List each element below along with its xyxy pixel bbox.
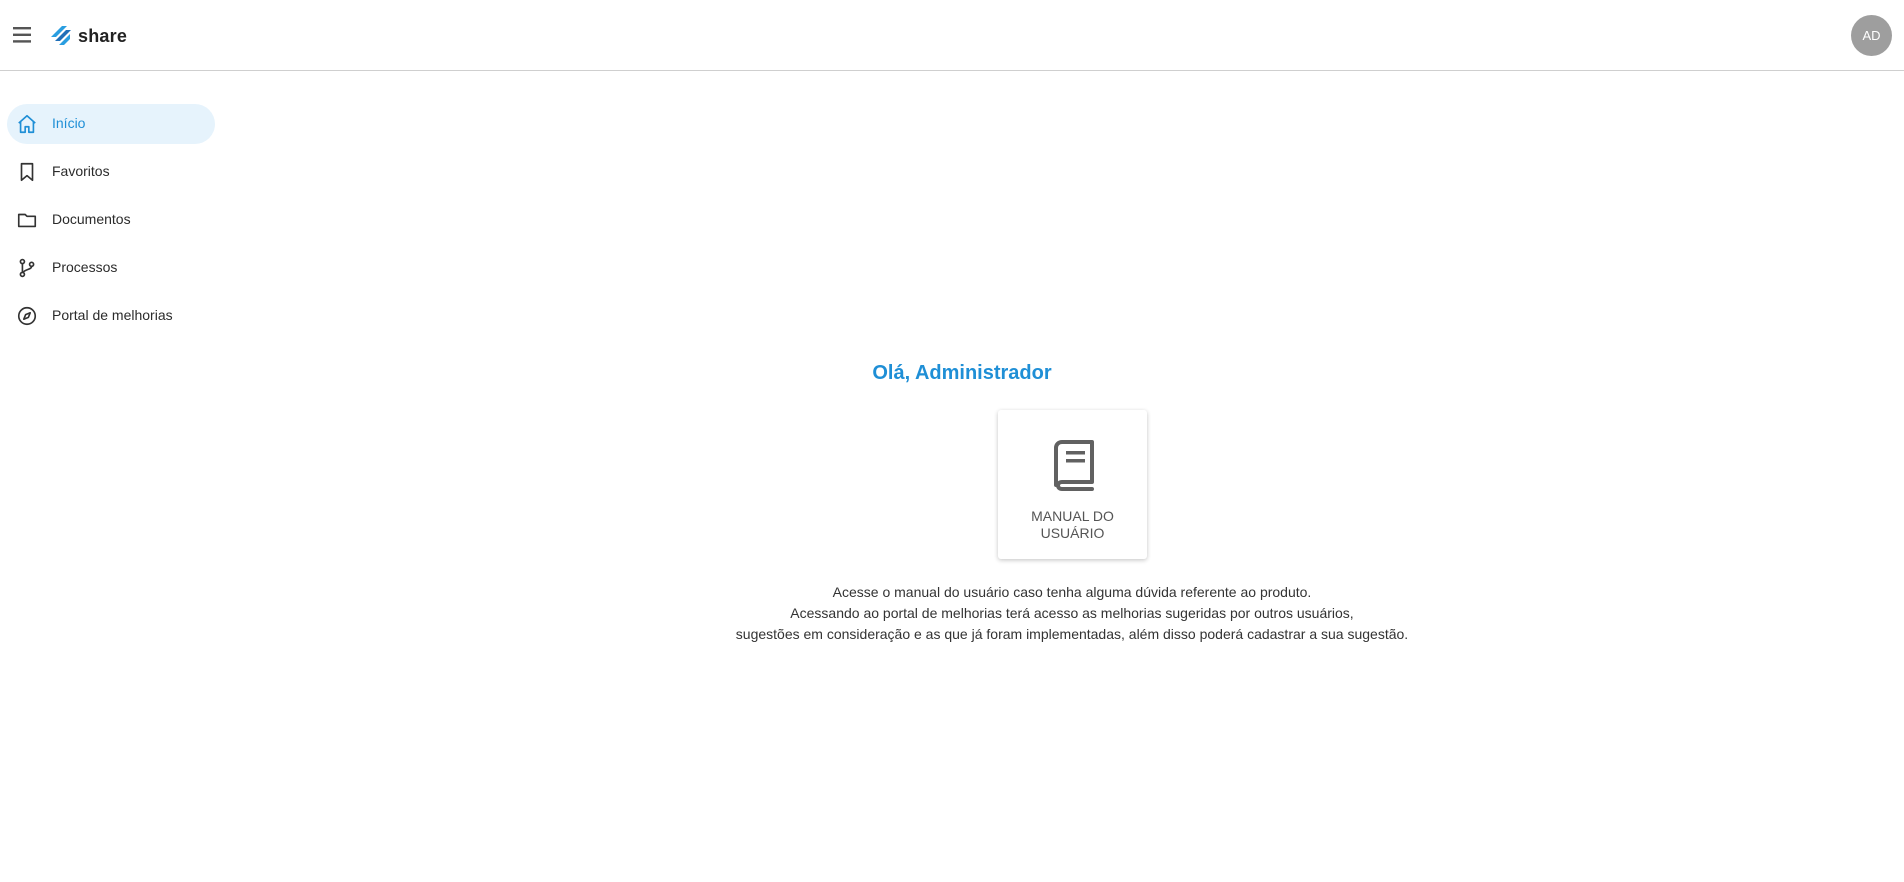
user-manual-label: MANUAL DO USUÁRIO <box>1031 508 1114 541</box>
home-icon <box>16 113 38 135</box>
share-logo-icon <box>51 26 71 45</box>
sidebar-item-label: Documentos <box>52 211 131 227</box>
description-line: Acesse o manual do usuário caso tenha al… <box>832 584 1312 600</box>
sidebar-item-label: Início <box>52 115 86 131</box>
logo-text: share <box>78 25 128 46</box>
hamburger-menu-icon <box>13 27 31 43</box>
folder-icon <box>16 209 38 231</box>
sidebar-item-processos[interactable]: Processos <box>7 248 215 288</box>
sidebar-item-favoritos[interactable]: Favoritos <box>7 152 215 192</box>
user-avatar[interactable]: AD <box>1851 15 1892 56</box>
compass-icon <box>16 305 38 327</box>
description-line: sugestões em consideração e as que já fo… <box>735 626 1409 642</box>
sidebar-item-inicio[interactable]: Início <box>7 104 215 144</box>
top-bar: share AD <box>0 0 1904 71</box>
sidebar-nav: Início Favoritos Documentos Processos Po… <box>0 104 222 344</box>
greeting-title: Olá, Administrador <box>872 362 1052 384</box>
git-branch-icon <box>16 257 38 279</box>
sidebar-item-portal-de-melhorias[interactable]: Portal de melhorias <box>7 296 215 336</box>
sidebar-item-documentos[interactable]: Documentos <box>7 200 215 240</box>
bookmark-icon <box>16 161 38 183</box>
book-icon <box>1054 440 1094 491</box>
main-content: Olá, Administrador MANUAL DO USUÁRIO Ace… <box>222 72 1904 882</box>
description-line: Acessando ao portal de melhorias terá ac… <box>790 605 1354 621</box>
user-manual-card[interactable]: MANUAL DO USUÁRIO <box>998 410 1147 559</box>
sidebar-item-label: Favoritos <box>52 163 110 179</box>
description-text: Acesse o manual do usuário caso tenha al… <box>722 582 1422 645</box>
sidebar-item-label: Processos <box>52 259 118 275</box>
app-logo[interactable]: share <box>48 22 127 50</box>
avatar-initials: AD <box>1862 28 1881 43</box>
menu-button[interactable] <box>11 24 35 46</box>
sidebar-item-label: Portal de melhorias <box>52 307 173 323</box>
